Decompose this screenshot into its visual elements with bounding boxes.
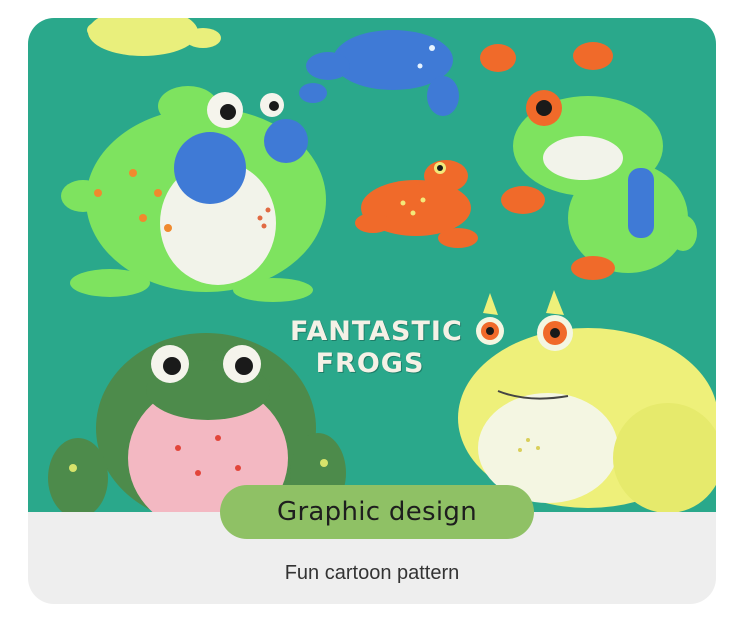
green-frog-vocal-sac [61, 86, 326, 302]
product-feature-card: FANTASTIC FROGS Graphic design Fun carto… [28, 18, 716, 604]
graphic-design-badge: Graphic design [220, 485, 534, 539]
feature-caption: Fun cartoon pattern [284, 562, 460, 584]
blue-frog [299, 30, 459, 116]
fantastic-frogs-print-text: FANTASTIC FROGS [290, 316, 463, 380]
frog-illustration [48, 18, 716, 512]
yellow-frog-partial [87, 18, 221, 56]
red-eyed-tree-frog [480, 42, 697, 280]
frog-print-photo: FANTASTIC FROGS [28, 18, 716, 512]
badge-label: Graphic design [277, 497, 477, 527]
yellow-toad [458, 290, 716, 512]
print-line-2: FROGS [315, 348, 425, 379]
print-line-1: FANTASTIC [290, 316, 463, 347]
orange-poison-frog [355, 160, 478, 248]
